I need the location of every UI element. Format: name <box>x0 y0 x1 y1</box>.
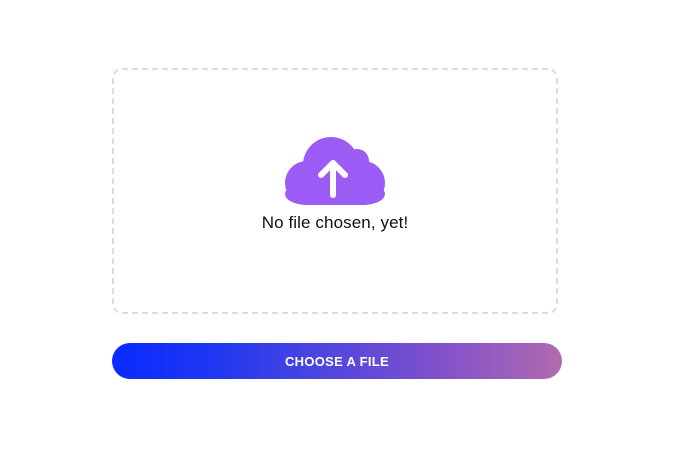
file-drop-zone[interactable]: No file chosen, yet! <box>112 68 558 314</box>
cloud-upload-icon <box>283 135 387 207</box>
upload-page: No file chosen, yet! CHOOSE A FILE <box>0 0 696 454</box>
choose-file-button[interactable]: CHOOSE A FILE <box>112 343 562 379</box>
file-status-text: No file chosen, yet! <box>261 213 409 232</box>
